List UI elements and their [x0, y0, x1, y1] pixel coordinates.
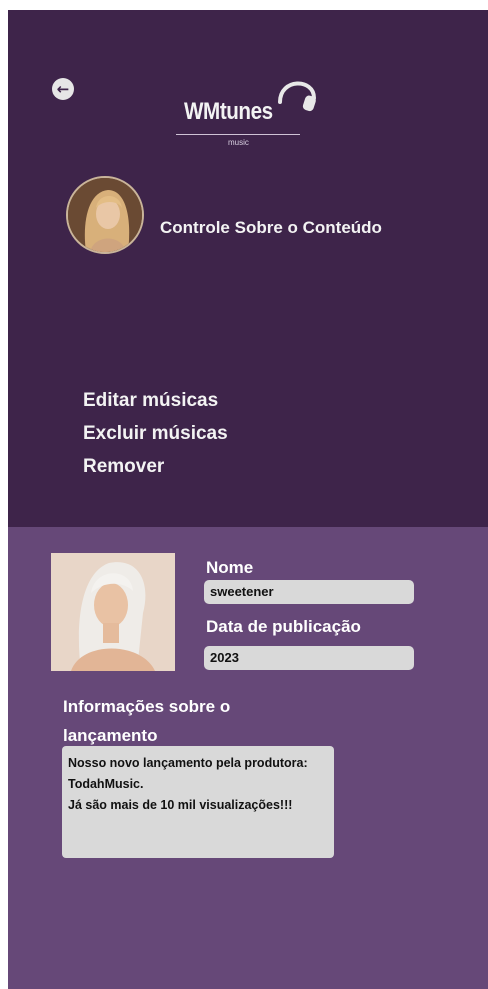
- page-title: Controle Sobre o Conteúdo: [160, 218, 382, 237]
- app-logo: WMtunes music: [174, 68, 324, 158]
- name-input[interactable]: sweetener: [204, 580, 414, 604]
- avatar[interactable]: [66, 176, 144, 254]
- header-panel: ← WMtunes music Controle Sobre o Conteúd…: [8, 10, 488, 527]
- logo-subtitle: music: [228, 138, 249, 147]
- headphones-icon: [278, 81, 316, 112]
- menu-item-remove[interactable]: Remover: [83, 450, 228, 483]
- menu-item-edit-songs[interactable]: Editar músicas: [83, 384, 228, 417]
- release-info-label: Informações sobre o lançamento: [63, 697, 231, 745]
- logo-text: WMtunes: [184, 98, 273, 125]
- publication-date-input[interactable]: 2023: [204, 646, 414, 670]
- menu-item-delete-songs[interactable]: Excluir músicas: [83, 417, 228, 450]
- logo-underline: [176, 134, 300, 135]
- arrow-left-icon: ←: [56, 80, 70, 98]
- avatar-image: [68, 178, 142, 252]
- back-button[interactable]: ←: [52, 78, 74, 100]
- album-cover-image: [51, 553, 175, 671]
- content-menu: Editar músicas Excluir músicas Remover: [83, 384, 228, 483]
- name-label: Nome: [206, 558, 254, 577]
- publication-date-label: Data de publicação: [206, 617, 361, 636]
- release-info-textarea[interactable]: Nosso novo lançamento pela produtora: To…: [62, 746, 334, 858]
- album-cover[interactable]: [51, 553, 175, 671]
